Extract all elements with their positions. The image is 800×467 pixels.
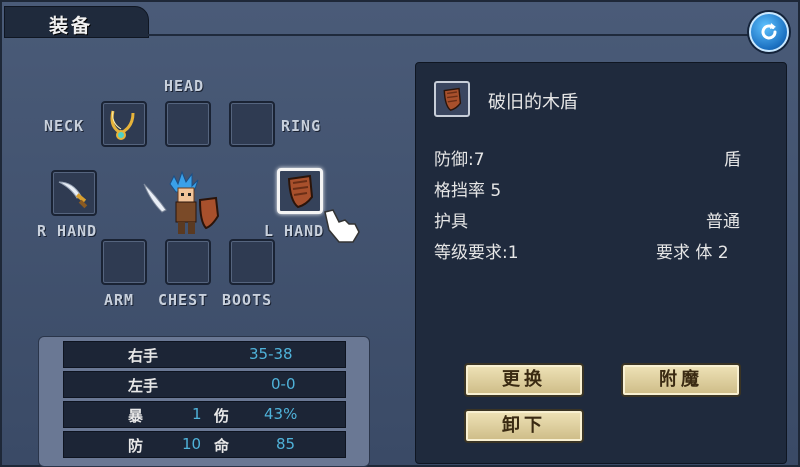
stat-value-left-hand: 0-0 bbox=[271, 375, 296, 393]
stat-row-right-hand: 右手 35-38 bbox=[63, 341, 346, 368]
necklace-icon bbox=[110, 110, 135, 140]
slot-label-l-hand: L HAND bbox=[264, 222, 325, 240]
stat-value-defense: 10 bbox=[182, 435, 202, 453]
replace-button[interactable]: 更换 bbox=[464, 363, 584, 397]
unequip-button[interactable]: 卸下 bbox=[464, 409, 584, 443]
slot-label-neck: NECK bbox=[44, 117, 85, 135]
enchant-button[interactable]: 附魔 bbox=[621, 363, 741, 397]
item-defense: 防御:7 bbox=[434, 150, 485, 170]
slot-neck[interactable] bbox=[101, 101, 147, 147]
item-quality: 普通 bbox=[706, 212, 740, 232]
slot-l-hand[interactable] bbox=[277, 168, 323, 214]
stat-row-defense-hit: 防 10 命 85 bbox=[63, 431, 346, 458]
stat-label-damage: 伤 bbox=[214, 407, 230, 425]
stat-value-damage: 43% bbox=[264, 405, 298, 423]
item-name: 破旧的木盾 bbox=[488, 92, 578, 113]
item-attribute-requirement: 要求 体 2 bbox=[656, 243, 729, 263]
stat-value-right-hand: 35-38 bbox=[249, 345, 293, 363]
stat-label-left-hand: 左手 bbox=[128, 377, 159, 395]
item-block-rate: 格挡率 5 bbox=[434, 181, 502, 201]
slot-ring[interactable] bbox=[229, 101, 275, 147]
window-title: 装备 bbox=[49, 15, 94, 37]
slot-arm[interactable] bbox=[101, 239, 147, 285]
stat-value-crit: 1 bbox=[192, 405, 202, 423]
slot-label-arm: ARM bbox=[104, 291, 135, 309]
stat-label-crit: 暴 bbox=[128, 407, 144, 425]
sword-icon bbox=[58, 181, 88, 209]
back-button[interactable] bbox=[749, 12, 789, 52]
refresh-arrow-icon bbox=[761, 23, 777, 40]
character-stats-panel: 右手 35-38 左手 0-0 暴 1 伤 43% 防 10 命 85 bbox=[38, 336, 370, 467]
stat-value-hit: 85 bbox=[276, 435, 296, 453]
slot-label-boots: BOOTS bbox=[222, 291, 273, 309]
slot-label-r-hand: R HAND bbox=[37, 222, 98, 240]
hand-pointer-icon bbox=[324, 209, 360, 243]
item-level-requirement: 等级要求:1 bbox=[434, 243, 519, 263]
slot-r-hand[interactable] bbox=[51, 170, 97, 216]
item-type: 盾 bbox=[724, 150, 741, 170]
window-title-tab: 装备 bbox=[4, 6, 149, 38]
slot-label-chest: CHEST bbox=[158, 291, 209, 309]
wooden-shield-icon bbox=[443, 87, 462, 111]
item-detail-icon bbox=[434, 81, 470, 117]
item-detail-panel bbox=[415, 62, 787, 464]
stat-label-right-hand: 右手 bbox=[128, 347, 159, 365]
wooden-shield-icon bbox=[287, 174, 314, 209]
stat-label-hit: 命 bbox=[214, 437, 230, 455]
slot-chest[interactable] bbox=[165, 239, 211, 285]
slot-head[interactable] bbox=[165, 101, 211, 147]
title-divider bbox=[147, 34, 787, 36]
stat-row-crit-damage: 暴 1 伤 43% bbox=[63, 401, 346, 428]
slot-boots[interactable] bbox=[229, 239, 275, 285]
stat-row-left-hand: 左手 0-0 bbox=[63, 371, 346, 398]
slot-label-head: HEAD bbox=[164, 77, 205, 95]
stat-label-defense: 防 bbox=[128, 437, 144, 455]
hero-character-sprite bbox=[143, 170, 220, 234]
item-category: 护具 bbox=[434, 212, 468, 232]
slot-label-ring: RING bbox=[281, 117, 322, 135]
